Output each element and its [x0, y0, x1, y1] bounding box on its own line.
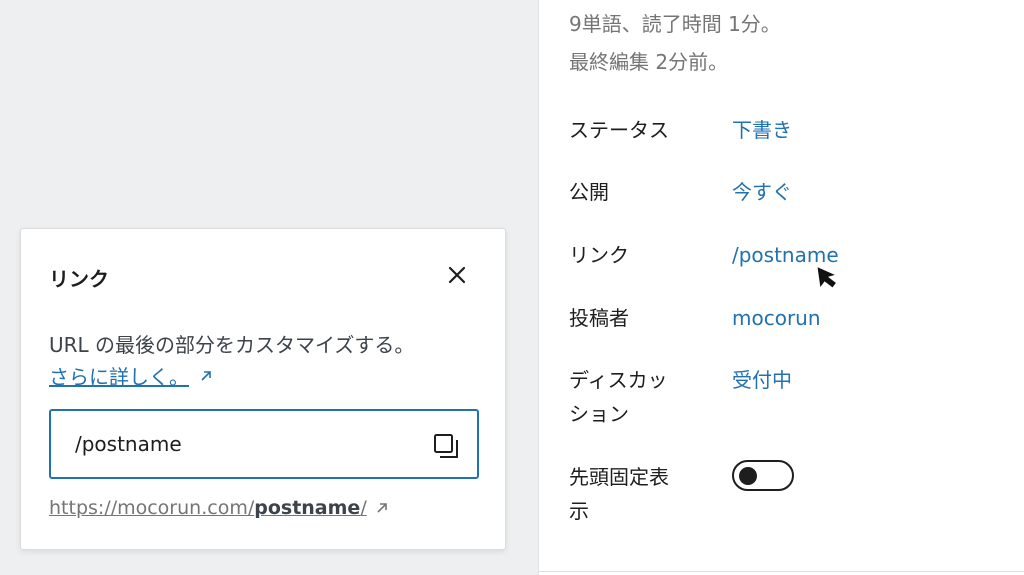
close-icon[interactable] — [445, 263, 469, 287]
discussion-value-button[interactable]: 受付中 — [732, 363, 792, 397]
sticky-label: 先頭固定表 示 — [569, 465, 669, 523]
permalink-url: https://mocorun.com/postname/ — [49, 497, 367, 519]
author-label: 投稿者 — [569, 306, 629, 330]
url-slug: postname — [254, 497, 361, 519]
settings-sidebar: 9単語、読了時間 1分。 最終編集 2分前。 ステータス 下書き 公開 今すぐ … — [538, 0, 1024, 575]
external-link-icon — [377, 503, 387, 513]
toggle-knob — [739, 466, 757, 485]
popover-title: リンク — [49, 267, 109, 291]
divider — [539, 571, 1024, 572]
last-edited-info: 最終編集 2分前。 — [569, 50, 729, 74]
slug-input[interactable] — [75, 425, 405, 463]
publish-label: 公開 — [569, 180, 609, 204]
status-label: ステータス — [569, 118, 669, 142]
link-label: リンク — [569, 243, 629, 267]
status-value-button[interactable]: 下書き — [732, 113, 792, 147]
mouse-cursor-icon — [817, 267, 836, 288]
learn-more-link[interactable]: さらに詳しく。 — [49, 361, 213, 390]
discussion-label: ディスカッ ション — [569, 368, 668, 426]
external-link-icon — [201, 370, 211, 381]
popover-description: URL の最後の部分をカスタマイズする。 — [49, 333, 415, 357]
permalink-url-link[interactable]: https://mocorun.com/postname/ — [49, 497, 389, 519]
url-base: https://mocorun.com/ — [49, 497, 255, 519]
sticky-toggle[interactable] — [732, 460, 794, 491]
slug-input-wrapper — [49, 409, 479, 479]
copy-icon[interactable] — [431, 431, 463, 463]
word-count-info: 9単語、読了時間 1分。 — [569, 12, 781, 36]
publish-value-button[interactable]: 今すぐ — [732, 175, 792, 209]
author-value-button[interactable]: mocorun — [732, 301, 821, 335]
url-trail: / — [360, 497, 367, 519]
link-popover: リンク URL の最後の部分をカスタマイズする。 さらに詳しく。 https:/… — [20, 228, 506, 550]
learn-more-text: さらに詳しく。 — [49, 365, 189, 389]
